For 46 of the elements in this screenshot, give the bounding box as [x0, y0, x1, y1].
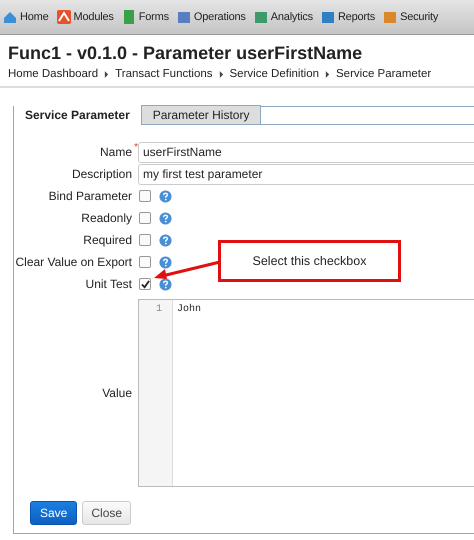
chevron-icon [56, 10, 71, 24]
field-label: Clear Value on Export [15, 255, 132, 269]
field-label: Readonly [81, 211, 132, 225]
save-button[interactable]: Save [30, 501, 78, 525]
caret-icon [325, 70, 330, 78]
nav-item[interactable]: Analytics [254, 10, 313, 24]
checkbox[interactable] [139, 190, 151, 202]
nav-item[interactable]: Operations [176, 10, 246, 24]
nav-item[interactable]: Security [383, 10, 438, 24]
line-number: 1 [154, 304, 163, 315]
breadcrumb-link[interactable]: Service Parameter [336, 68, 432, 80]
field-label: Bind Parameter [48, 189, 132, 203]
help-icon[interactable] [159, 256, 172, 268]
tab[interactable]: Service Parameter [14, 106, 142, 125]
page-title: Func1 - v0.1.0 - Parameter userFirstName [8, 43, 364, 64]
checkbox[interactable] [139, 278, 151, 290]
tab[interactable]: Parameter History [140, 105, 262, 124]
input-field[interactable]: my first test parameter [138, 164, 474, 184]
help-icon[interactable] [159, 234, 172, 246]
checkbox[interactable] [139, 256, 151, 268]
code-editor[interactable]: 1 John [138, 299, 474, 487]
field-label: Unit Test [86, 277, 132, 291]
breadcrumb-link[interactable]: Service Definition [230, 68, 319, 80]
required-mark: * [134, 142, 138, 153]
help-icon[interactable] [159, 278, 172, 290]
nav-item[interactable]: Modules [56, 10, 114, 24]
checkbox[interactable] [139, 212, 151, 224]
field-label: Required [83, 233, 132, 247]
help-icon[interactable] [159, 212, 172, 224]
caret-icon [218, 70, 224, 78]
callout-box: Select this checkbox [218, 240, 401, 282]
checkbox[interactable] [139, 234, 151, 246]
field-label: Value [102, 386, 132, 400]
nav-item[interactable]: Reports [320, 10, 376, 24]
nav-item[interactable]: Forms [122, 10, 169, 24]
nav-item[interactable]: Home [3, 10, 49, 24]
caret-icon [104, 70, 110, 78]
help-icon[interactable] [159, 190, 172, 202]
home-icon [3, 10, 17, 24]
field-label: Name [100, 145, 132, 159]
breadcrumb-link[interactable]: Home Dashboard [8, 68, 98, 80]
input-field[interactable]: userFirstName [138, 142, 474, 162]
close-button[interactable]: Close [82, 501, 132, 525]
code-line: John [177, 304, 202, 315]
field-label: Description [72, 167, 132, 181]
breadcrumb-link[interactable]: Transact Functions [115, 68, 213, 80]
